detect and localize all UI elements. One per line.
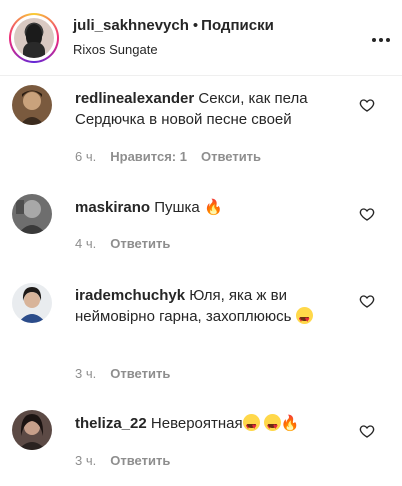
more-horizontal-icon[interactable] <box>372 38 390 42</box>
comment-username[interactable]: maskirano <box>75 199 150 216</box>
avatar[interactable] <box>12 283 52 323</box>
comment-time[interactable]: 4 ч. <box>75 236 96 251</box>
comment-meta: 3 ч. Ответить <box>75 366 170 381</box>
comment-username[interactable]: theliza_22 <box>75 415 147 432</box>
comment-text: irademchuchyk Юля, яка ж ви неймовірно г… <box>75 285 355 330</box>
heart-eyes-emoji <box>242 414 260 437</box>
comment-meta: 6 ч. Нравится: 1 Ответить <box>75 149 261 164</box>
comment-username[interactable]: irademchuchyk <box>75 287 185 304</box>
comment-body: Пушка <box>154 199 200 216</box>
comment-meta: 4 ч. Ответить <box>75 236 170 251</box>
comment-time[interactable]: 3 ч. <box>75 453 96 468</box>
comment-time[interactable]: 3 ч. <box>75 366 96 381</box>
post-location[interactable]: Rixos Sungate <box>73 42 158 57</box>
heart-eyes-emoji <box>263 414 281 437</box>
reply-button[interactable]: Ответить <box>110 236 170 251</box>
comment-body: Невероятная <box>150 415 243 432</box>
heart-eyes-emoji <box>295 307 313 330</box>
avatar[interactable] <box>12 85 52 125</box>
like-heart-icon[interactable] <box>359 293 375 309</box>
header-title-line: juli_sakhnevych • Подписки <box>73 17 274 34</box>
comment-text: theliza_22 Невероятная 🔥 <box>75 413 355 437</box>
reply-button[interactable]: Ответить <box>110 453 170 468</box>
reply-button[interactable]: Ответить <box>110 366 170 381</box>
avatar[interactable] <box>12 194 52 234</box>
separator-dot: • <box>192 17 199 34</box>
comment-meta: 3 ч. Ответить <box>75 453 170 468</box>
comment-username[interactable]: redlinealexander <box>75 90 194 107</box>
post-header: juli_sakhnevych • Подписки Rixos Sungate <box>0 0 402 76</box>
avatar-frame <box>11 15 57 61</box>
fire-emoji: 🔥 <box>203 199 223 216</box>
comment-text: maskirano Пушка 🔥 <box>75 197 355 218</box>
reply-button[interactable]: Ответить <box>201 149 261 164</box>
comment-time[interactable]: 6 ч. <box>75 149 96 164</box>
avatar[interactable] <box>14 18 54 58</box>
fire-emoji: 🔥 <box>280 415 300 432</box>
story-ring[interactable] <box>9 13 59 63</box>
comment-text: redlinealexander Секси, как пела Сердючк… <box>75 88 355 130</box>
like-heart-icon[interactable] <box>359 423 375 439</box>
following-button[interactable]: Подписки <box>201 17 274 34</box>
avatar[interactable] <box>12 410 52 450</box>
likes-count[interactable]: Нравится: 1 <box>110 149 187 164</box>
like-heart-icon[interactable] <box>359 97 375 113</box>
post-author-username[interactable]: juli_sakhnevych <box>73 17 189 34</box>
like-heart-icon[interactable] <box>359 206 375 222</box>
